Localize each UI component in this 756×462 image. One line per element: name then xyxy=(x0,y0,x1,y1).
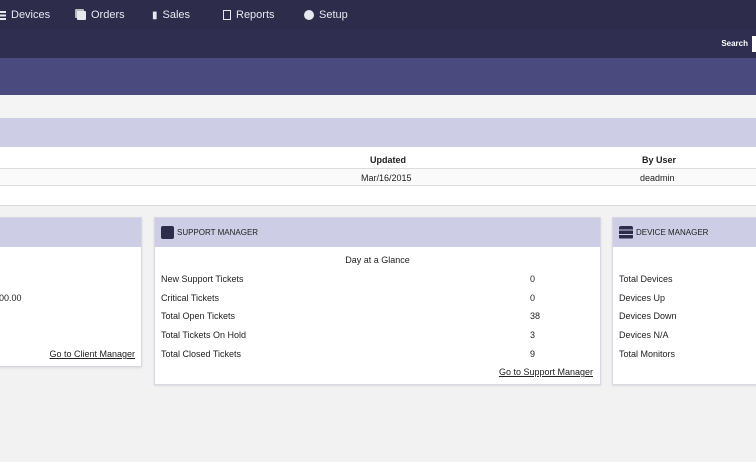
cloud-icon xyxy=(304,10,314,20)
support-manager-panel: SUPPORT MANAGER Day at a Glance New Supp… xyxy=(154,217,601,385)
nav-devices[interactable]: Devices xyxy=(0,9,50,21)
stat-label: New Support Tickets xyxy=(161,274,244,284)
history-table: Updated By User Mar/16/2015 deadmin xyxy=(0,147,756,206)
nav-setup[interactable]: Setup xyxy=(304,9,348,21)
server-icon xyxy=(619,226,633,239)
stat-value: 0 xyxy=(530,293,536,303)
list-icon xyxy=(0,10,6,20)
panel-header: DEVICE MANAGER xyxy=(613,218,756,247)
panel-header xyxy=(0,218,141,247)
stat-label: Critical Tickets xyxy=(161,293,220,303)
nav-orders[interactable]: Orders xyxy=(77,9,125,21)
document-icon xyxy=(161,226,174,239)
stat-value: 0 xyxy=(530,274,536,284)
panel-header: SUPPORT MANAGER xyxy=(155,218,600,247)
search-label: Search xyxy=(721,39,748,48)
stat-value: 3 xyxy=(530,330,536,340)
clipboard-icon xyxy=(223,10,231,20)
bar-chart-icon: ▮ xyxy=(152,9,158,21)
client-value: 00.00 xyxy=(0,293,22,303)
stat-label: Total Open Tickets xyxy=(161,311,236,321)
cell-updated: Mar/16/2015 xyxy=(361,173,412,183)
support-manager-link[interactable]: Go to Support Manager xyxy=(499,367,593,377)
client-manager-panel: 00.00 Go to Client Manager xyxy=(0,217,142,367)
cell-user: deadmin xyxy=(640,173,675,183)
column-header-updated: Updated xyxy=(370,155,406,165)
top-nav: Devices Orders ▮ Sales Reports Setup xyxy=(0,0,756,30)
section-header xyxy=(0,118,756,147)
copy-icon xyxy=(77,10,86,20)
column-header-by-user: By User xyxy=(642,155,677,165)
search-input[interactable] xyxy=(752,36,756,52)
stat-label: Total Closed Tickets xyxy=(161,349,242,359)
stat-value: 38 xyxy=(530,311,541,321)
stat-label: Total Tickets On Hold xyxy=(161,330,247,340)
table-row: Mar/16/2015 deadmin xyxy=(0,168,756,186)
sub-bar: Search xyxy=(0,30,756,58)
nav-reports[interactable]: Reports xyxy=(223,9,275,21)
device-manager-panel: DEVICE MANAGER Total Devices Devices Up … xyxy=(612,217,756,385)
stat-value: 9 xyxy=(530,349,536,359)
device-stat-label: Total Monitors xyxy=(619,349,676,359)
client-manager-link[interactable]: Go to Client Manager xyxy=(49,349,135,359)
device-stat-label: Devices Down xyxy=(619,311,677,321)
device-stat-label: Devices N/A xyxy=(619,330,669,340)
spacer xyxy=(0,95,756,118)
device-stat-label: Devices Up xyxy=(619,293,666,303)
nav-sales[interactable]: ▮ Sales xyxy=(152,9,190,21)
device-stat-label: Total Devices xyxy=(619,274,673,284)
page-banner xyxy=(0,58,756,95)
day-at-a-glance: Day at a Glance xyxy=(345,255,410,265)
